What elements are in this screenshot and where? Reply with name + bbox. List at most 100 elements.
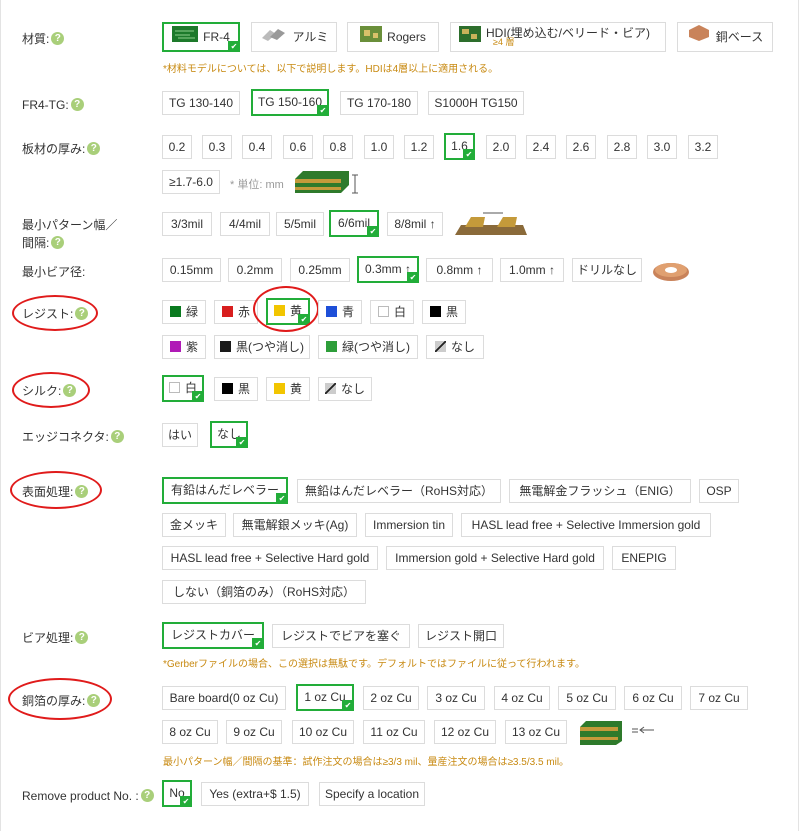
via-option[interactable]: 0.15mm: [162, 258, 221, 282]
question-icon[interactable]: ?: [140, 789, 154, 803]
question-icon[interactable]: ?: [75, 485, 89, 499]
via-treatment-option-plug[interactable]: レジストでビアを塞ぐ: [272, 624, 410, 648]
surface-option-hasl-immersion-gold[interactable]: HASL lead free + Selective Immersion gol…: [461, 513, 711, 537]
surface-option-hasl-lead-free[interactable]: 無鉛はんだレベラー（RoHS対応）: [297, 479, 501, 503]
via-treatment-option-cover[interactable]: レジストカバー: [162, 622, 264, 649]
thickness-option[interactable]: 2.8: [607, 135, 637, 159]
thickness-option[interactable]: 2.0: [486, 135, 516, 159]
thickness-label: 板材の厚み:?: [22, 140, 101, 157]
resist-option-purple[interactable]: 紫: [162, 335, 206, 359]
via-option-selected[interactable]: 0.3mm ↑: [357, 256, 419, 283]
resist-option-black[interactable]: 黒: [422, 300, 466, 324]
tg-option-170[interactable]: TG 170-180: [340, 91, 418, 115]
product-no-option-no[interactable]: No: [162, 780, 192, 807]
thickness-option-custom[interactable]: ≥1.7-6.0: [162, 170, 220, 194]
tg-option-s1000h[interactable]: S1000H TG150: [428, 91, 524, 115]
resist-option-yellow[interactable]: 黄: [266, 298, 310, 325]
resist-option-green[interactable]: 緑: [162, 300, 206, 324]
copper-option[interactable]: 13 oz Cu: [505, 720, 567, 744]
surface-option-bare-copper[interactable]: しない（銅箔のみ）（RoHS対応）: [162, 580, 366, 604]
color-swatch: [168, 382, 180, 393]
copper-option[interactable]: 11 oz Cu: [363, 720, 425, 744]
thickness-option-selected[interactable]: 1.6: [444, 133, 475, 160]
thickness-option[interactable]: 3.0: [647, 135, 677, 159]
copper-option[interactable]: 2 oz Cu: [363, 686, 419, 710]
pattern-option[interactable]: 4/4mil: [220, 212, 270, 236]
thickness-option[interactable]: 1.0: [364, 135, 394, 159]
pattern-option[interactable]: 8/8mil ↑: [387, 212, 443, 236]
copper-option[interactable]: 10 oz Cu: [292, 720, 354, 744]
surface-option-enig[interactable]: 無電解金フラッシュ（ENIG）: [509, 479, 691, 503]
question-icon[interactable]: ?: [75, 631, 89, 645]
thickness-option[interactable]: 2.6: [566, 135, 596, 159]
pattern-option[interactable]: 3/3mil: [162, 212, 212, 236]
surface-option-immersion-hard-gold[interactable]: Immersion gold + Selective Hard gold: [386, 546, 604, 570]
via-option[interactable]: 0.2mm: [228, 258, 282, 282]
resist-option-white[interactable]: 白: [370, 300, 414, 324]
question-icon[interactable]: ?: [51, 32, 65, 46]
question-icon[interactable]: ?: [87, 142, 101, 156]
question-icon[interactable]: ?: [51, 236, 65, 250]
thickness-option[interactable]: 0.2: [162, 135, 192, 159]
thickness-option[interactable]: 0.3: [202, 135, 232, 159]
surface-option-gold-plating[interactable]: 金メッキ: [162, 513, 226, 537]
question-icon[interactable]: ?: [70, 98, 84, 112]
copper-option[interactable]: 7 oz Cu: [690, 686, 748, 710]
surface-option-hasl[interactable]: 有鉛はんだレベラー: [162, 477, 288, 504]
resist-option-red[interactable]: 赤: [214, 300, 258, 324]
material-option-fr4[interactable]: FR-4: [162, 22, 240, 52]
via-option[interactable]: 0.8mm ↑: [426, 258, 493, 282]
tg-option-150[interactable]: TG 150-160: [251, 89, 329, 116]
surface-option-osp[interactable]: OSP: [699, 479, 739, 503]
resist-option-matte-black[interactable]: 黒(つや消し): [214, 335, 310, 359]
tg-option-130[interactable]: TG 130-140: [162, 91, 240, 115]
question-icon[interactable]: ?: [63, 384, 77, 398]
pattern-option-selected[interactable]: 6/6mil: [329, 210, 379, 237]
resist-option-matte-green[interactable]: 緑(つや消し): [318, 335, 418, 359]
thickness-option[interactable]: 1.2: [404, 135, 434, 159]
silk-option-white[interactable]: 白: [162, 375, 204, 402]
question-icon[interactable]: ?: [110, 430, 124, 444]
via-option[interactable]: 1.0mm ↑: [500, 258, 564, 282]
resist-option-none[interactable]: なし: [426, 335, 484, 359]
copper-option[interactable]: 12 oz Cu: [434, 720, 496, 744]
edge-option-no[interactable]: なし: [210, 421, 248, 448]
copper-option[interactable]: 5 oz Cu: [558, 686, 616, 710]
silk-option-black[interactable]: 黒: [214, 377, 258, 401]
color-swatch: [221, 306, 233, 317]
copper-option[interactable]: 3 oz Cu: [427, 686, 485, 710]
question-icon[interactable]: ?: [87, 694, 101, 708]
via-option-no-drill[interactable]: ドリルなし: [572, 258, 642, 282]
surface-option-immersion-silver[interactable]: 無電解銀メッキ(Ag): [233, 513, 357, 537]
copper-option-selected[interactable]: 1 oz Cu: [296, 684, 354, 711]
edge-option-yes[interactable]: はい: [162, 423, 198, 447]
silk-option-none[interactable]: なし: [318, 377, 372, 401]
material-option-copper-base[interactable]: 銅ベース: [677, 22, 773, 52]
thickness-option[interactable]: 0.8: [323, 135, 353, 159]
product-no-option-specify[interactable]: Specify a location: [319, 782, 425, 806]
material-option-hdi[interactable]: HDI(埋め込む/ベリード・ビア) ≥4 層: [450, 22, 666, 52]
copper-option[interactable]: 9 oz Cu: [226, 720, 282, 744]
via-option[interactable]: 0.25mm: [290, 258, 350, 282]
surface-option-hasl-hard-gold[interactable]: HASL lead free + Selective Hard gold: [162, 546, 378, 570]
via-treatment-option-open[interactable]: レジスト開口: [418, 624, 504, 648]
pattern-option[interactable]: 5/5mil: [276, 212, 324, 236]
surface-option-enepig[interactable]: ENEPIG: [612, 546, 676, 570]
material-option-aluminum[interactable]: アルミ: [251, 22, 337, 52]
product-no-label: Remove product No. :?: [22, 787, 154, 804]
thickness-option[interactable]: 0.4: [242, 135, 272, 159]
thickness-option[interactable]: 3.2: [688, 135, 718, 159]
thickness-option[interactable]: 2.4: [526, 135, 556, 159]
silk-option-yellow[interactable]: 黄: [266, 377, 310, 401]
material-option-rogers[interactable]: Rogers: [347, 22, 439, 52]
copper-option[interactable]: 6 oz Cu: [624, 686, 682, 710]
resist-option-blue[interactable]: 青: [318, 300, 362, 324]
product-no-option-yes[interactable]: Yes (extra+$ 1.5): [201, 782, 309, 806]
copper-option[interactable]: Bare board(0 oz Cu): [162, 686, 286, 710]
thickness-option[interactable]: 0.6: [283, 135, 313, 159]
surface-option-immersion-tin[interactable]: Immersion tin: [365, 513, 453, 537]
copper-option[interactable]: 8 oz Cu: [162, 720, 218, 744]
color-swatch: [325, 306, 337, 317]
question-icon[interactable]: ?: [75, 307, 89, 321]
copper-option[interactable]: 4 oz Cu: [494, 686, 550, 710]
